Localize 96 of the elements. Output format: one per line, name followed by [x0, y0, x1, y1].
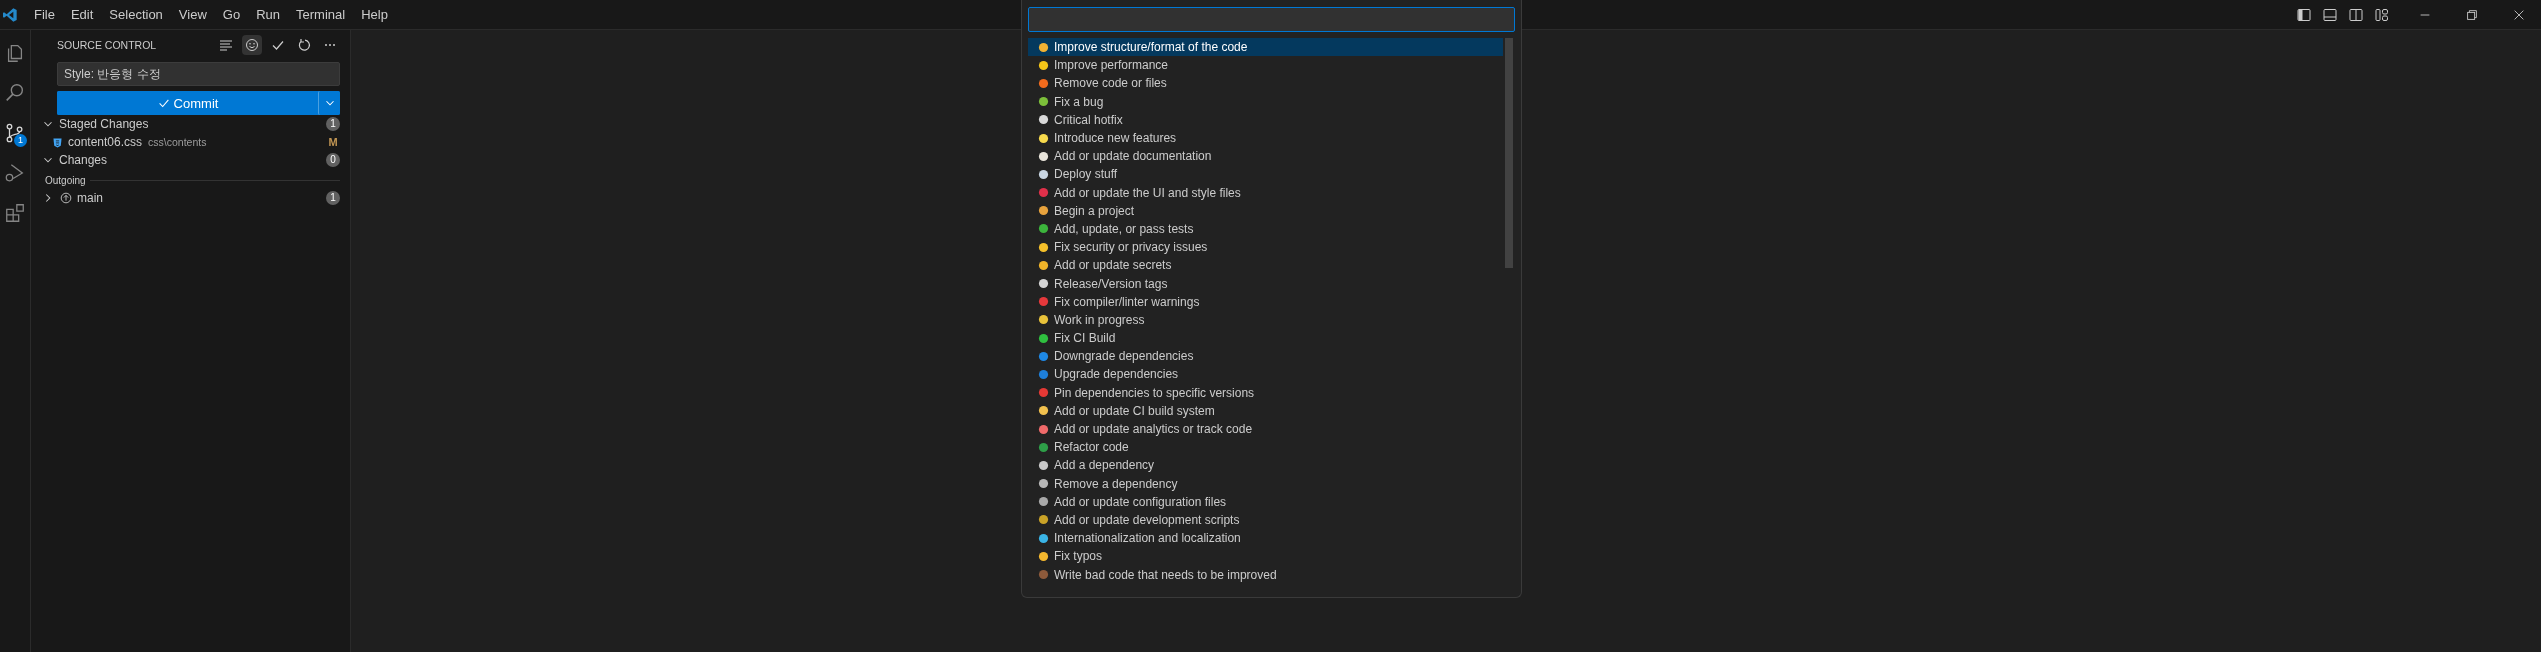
quick-pick-item[interactable]: Remove a dependency: [1028, 474, 1501, 493]
dot-icon: [1038, 532, 1049, 544]
file-status: M: [327, 136, 339, 148]
count-badge: 1: [326, 117, 340, 131]
dot-icon: [1038, 459, 1049, 471]
activity-button[interactable]: 1: [0, 116, 30, 150]
panel-title: SOURCE CONTROL: [57, 39, 157, 51]
dot-icon: [1038, 278, 1049, 290]
quick-pick-item[interactable]: Fix security or privacy issues: [1028, 238, 1501, 257]
run-debug-icon: [4, 162, 26, 184]
dot-icon: [1038, 114, 1049, 126]
dot-icon: [1038, 132, 1049, 144]
menu-item[interactable]: Go: [214, 7, 249, 22]
dot-icon: [1038, 441, 1049, 453]
quick-pick-item[interactable]: Downgrade dependencies: [1028, 347, 1501, 366]
quick-pick-item[interactable]: Add, update, or pass tests: [1028, 219, 1501, 239]
split-layout-icon[interactable]: [2348, 6, 2364, 23]
app-logo-icon: [2, 6, 18, 23]
quick-pick-item[interactable]: Pin dependencies to specific versions: [1028, 383, 1501, 402]
quick-pick-item[interactable]: Add or update development scripts: [1028, 510, 1501, 530]
quick-pick-item[interactable]: Add or update the UI and style files: [1028, 183, 1501, 202]
section-label: Outgoing: [44, 174, 86, 186]
file-name: content06.css: [68, 135, 143, 149]
section-header[interactable]: Staged Changes 1: [41, 115, 340, 133]
count-badge: 0: [326, 153, 340, 167]
dot-icon: [1038, 187, 1049, 199]
customize-layout-icon[interactable]: [2374, 6, 2390, 23]
menu-item[interactable]: Help: [353, 7, 396, 22]
css-file-icon: [51, 135, 64, 149]
dot-icon: [1038, 259, 1049, 271]
dot-icon: [1038, 405, 1049, 417]
quick-pick-item[interactable]: Fix CI Build: [1028, 329, 1501, 348]
dot-icon: [1038, 332, 1049, 344]
quick-pick-item[interactable]: Deploy stuff: [1028, 165, 1501, 184]
quick-pick-item[interactable]: Begin a project: [1028, 201, 1501, 220]
quick-pick-item[interactable]: Introduce new features: [1028, 128, 1501, 148]
quick-pick-item[interactable]: Fix typos: [1028, 547, 1501, 566]
quick-pick-input[interactable]: [1028, 7, 1515, 32]
dot-icon: [1038, 514, 1049, 526]
menu-item[interactable]: Run: [248, 7, 288, 22]
menu-item[interactable]: Selection: [101, 7, 171, 22]
quick-pick-item[interactable]: Write bad code that needs to be improved: [1028, 565, 1501, 584]
dot-icon: [1038, 77, 1049, 89]
toggle-sidebar-icon[interactable]: [2296, 6, 2312, 23]
dot-icon: [1038, 205, 1049, 217]
scrollbar-thumb[interactable]: [1505, 38, 1513, 268]
quick-pick-item[interactable]: Work in progress: [1028, 310, 1501, 329]
menu-item[interactable]: Terminal: [288, 7, 354, 22]
restore-icon[interactable]: [2465, 7, 2479, 22]
file-path: css\contents: [148, 136, 207, 148]
quick-pick-item[interactable]: Add or update secrets: [1028, 256, 1501, 275]
dot-icon: [1038, 96, 1049, 108]
dot-icon: [1038, 296, 1049, 308]
dot-icon: [1038, 368, 1049, 380]
menu-item[interactable]: Edit: [62, 7, 102, 22]
dot-icon: [1038, 223, 1049, 235]
quick-pick-item[interactable]: Add or update documentation: [1028, 147, 1501, 166]
quick-pick-item[interactable]: Internationalization and localization: [1028, 529, 1501, 548]
menu-item[interactable]: File: [26, 7, 63, 22]
quick-pick-item[interactable]: Fix compiler/linter warnings: [1028, 292, 1501, 311]
dot-icon: [1038, 150, 1049, 162]
dot-icon: [1038, 241, 1049, 253]
extensions-icon: [4, 202, 26, 224]
dot-icon: [1038, 569, 1049, 581]
dot-icon: [1038, 41, 1049, 53]
quick-pick-item[interactable]: Remove code or files: [1028, 74, 1501, 93]
smiley-icon[interactable]: [242, 35, 262, 55]
dot-icon: [1038, 423, 1049, 435]
dot-icon: [1038, 550, 1049, 562]
quick-pick-item[interactable]: Fix a bug: [1028, 92, 1501, 111]
dot-icon: [1038, 314, 1049, 326]
notification-badge: 1: [14, 134, 27, 147]
dot-icon: [1038, 59, 1049, 71]
quick-pick-item[interactable]: Refactor code: [1028, 438, 1501, 457]
quick-pick-item[interactable]: Add or update configuration files: [1028, 492, 1501, 511]
quick-pick-item[interactable]: Release/Version tags: [1028, 274, 1501, 293]
quick-pick-item[interactable]: Add a dependency: [1028, 456, 1501, 475]
dot-icon: [1038, 168, 1049, 180]
dot-icon: [1038, 496, 1049, 508]
branch-row[interactable]: main 1: [41, 189, 340, 207]
file-row[interactable]: content06.css css\contents M: [41, 133, 340, 151]
menu-item[interactable]: View: [170, 7, 215, 22]
toggle-panel-icon[interactable]: [2322, 6, 2338, 23]
quick-pick-item[interactable]: Critical hotfix: [1028, 110, 1501, 129]
quick-pick-item[interactable]: Add or update analytics or track code: [1028, 419, 1501, 439]
quick-pick-item[interactable]: Upgrade dependencies: [1028, 365, 1501, 384]
quick-pick-item[interactable]: Add or update CI build system: [1028, 401, 1501, 420]
quick-pick-item[interactable]: Improve structure/format of the code: [1028, 38, 1503, 57]
dot-icon: [1038, 350, 1049, 362]
count-badge: 1: [326, 191, 340, 205]
quick-pick-item[interactable]: Improve performance: [1028, 56, 1501, 75]
search-icon: [4, 82, 26, 104]
dot-icon: [1038, 387, 1049, 399]
section-header[interactable]: Changes 0: [41, 151, 340, 169]
commit-message-field[interactable]: Style: 반응형 수정: [57, 62, 340, 86]
dot-icon: [1038, 478, 1049, 490]
